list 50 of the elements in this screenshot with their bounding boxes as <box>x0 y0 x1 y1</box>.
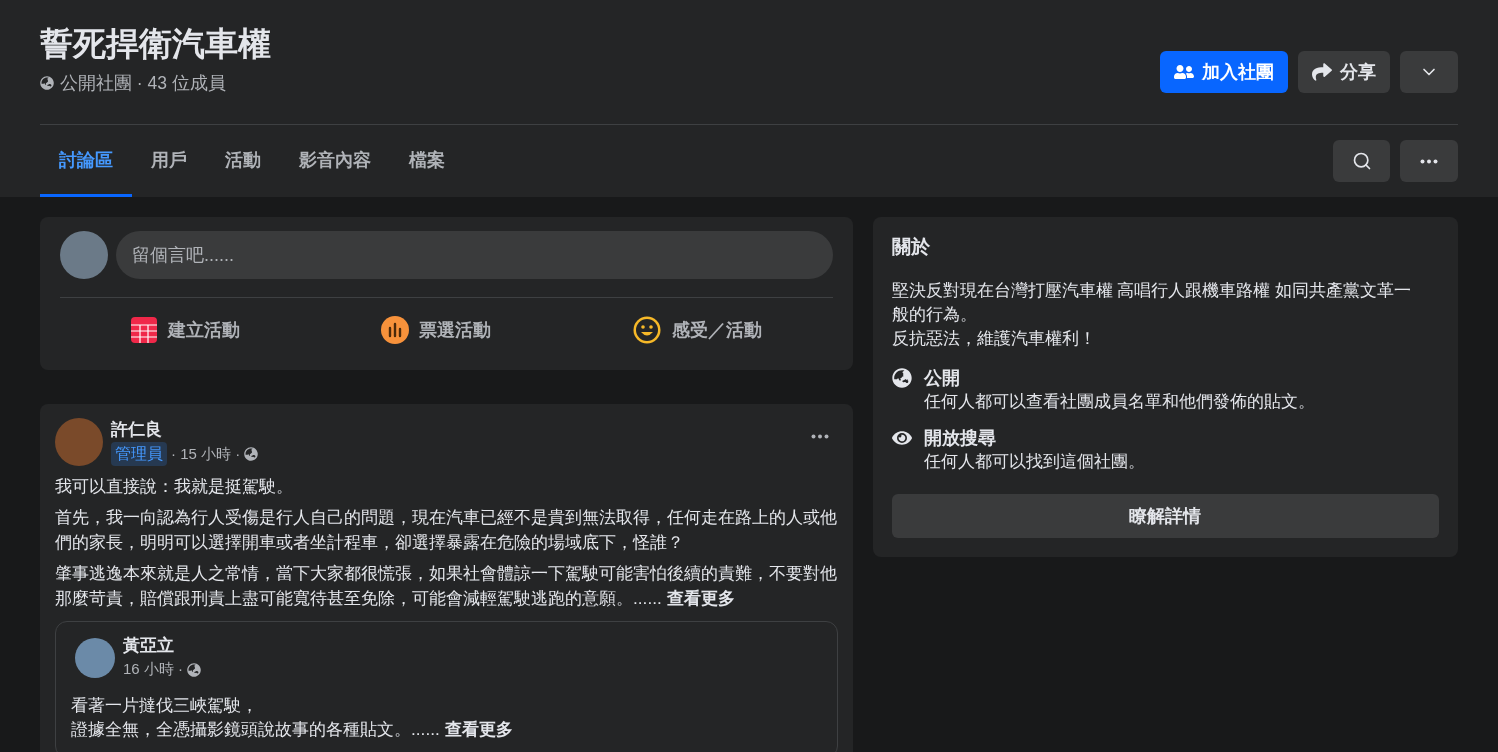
about-item-text: 任何人都可以查看社團成員名單和他們發佈的貼文。 <box>923 390 1315 413</box>
author-name[interactable]: 許仁良 <box>111 418 259 443</box>
group-tab[interactable]: 討論區 <box>40 125 132 198</box>
more-icon <box>1420 158 1438 164</box>
group-tab[interactable]: 檔案 <box>390 125 464 198</box>
post-text: 我可以直接說：我就是挺駕駛。 <box>55 475 294 499</box>
about-description: 堅決反對現在台灣打壓汽車權 高唱行人跟機車路權 如同共產黨文革一般的行為。 <box>891 278 1413 326</box>
post-text: 首先，我一向認為行人受傷是行人自己的問題，現在汽車已經不是貴到無法取得，任何走在路上的人或他們的家長，明明可以選擇開車或者坐計程車，卻選擇暴露在危險的場域底下，怪誰？ <box>55 506 838 555</box>
see-more-link[interactable]: 查看更多 <box>666 588 735 609</box>
calendar-icon <box>130 316 159 345</box>
see-more-link[interactable]: 查看更多 <box>444 718 513 739</box>
share-icon <box>1312 62 1332 82</box>
composer-action[interactable]: 建立活動 <box>118 308 253 353</box>
about-item-title: 公開 <box>923 366 961 390</box>
post-input-field[interactable]: 留個言吧...... <box>116 231 833 280</box>
more-button[interactable] <box>1400 140 1458 183</box>
globe-icon <box>187 662 201 677</box>
group-tab[interactable]: 活動 <box>206 125 280 198</box>
group-title: 誓死捍衛汽車權 <box>40 24 271 64</box>
group-meta: 公開社團 · 43 位成員 <box>60 72 226 95</box>
people-icon <box>1174 62 1194 82</box>
more-icon <box>810 433 829 439</box>
learn-more-button[interactable]: 瞭解詳情 <box>891 493 1439 538</box>
smiley-icon <box>632 315 663 346</box>
search-button[interactable] <box>1333 140 1390 183</box>
about-item-text: 任何人都可以找到這個社團。 <box>923 450 1145 473</box>
avatar <box>55 418 103 467</box>
about-item-title: 開放搜尋 <box>923 426 997 450</box>
post-text: 證據全無，全憑攝影鏡頭說故事的各種貼文。...... 查看更多 <box>71 717 514 741</box>
post-text: 肇事逃逸本來就是人之常情，當下大家都很慌張，如果社會體諒一下駕駛可能害怕後續的責難，不要對他那麼苛責，賠償跟刑責上盡可能寬待甚至免除，可能會減輕駕駛逃跑的意願。...... 查看更多 <box>55 562 838 611</box>
admin-badge: 管理員 <box>111 442 167 467</box>
bar-chart-icon <box>381 316 410 345</box>
about-description: 反抗惡法，維護汽車權利！ <box>891 326 1097 350</box>
share-button[interactable]: 分享 <box>1298 51 1390 93</box>
join-group-button[interactable]: 加入社團 <box>1160 51 1288 93</box>
post-time[interactable]: · 15 小時 · <box>171 443 241 466</box>
globe-icon <box>244 447 259 462</box>
post-text: 看著一片撻伐三峽駕駛， <box>71 693 259 717</box>
search-icon <box>1351 151 1372 172</box>
group-tab[interactable]: 影音內容 <box>280 125 390 198</box>
author-name[interactable]: 黃亞立 <box>123 634 201 659</box>
globe-icon <box>40 76 54 91</box>
avatar <box>60 231 108 280</box>
about-title: 關於 <box>891 235 931 260</box>
composer-action[interactable]: 票選活動 <box>369 308 504 353</box>
group-tab[interactable]: 用戶 <box>132 125 206 198</box>
globe-icon <box>891 367 912 388</box>
composer-action[interactable]: 感受／活動 <box>620 308 775 353</box>
avatar <box>75 637 115 678</box>
post-time[interactable]: 16 小時 · <box>123 658 183 681</box>
